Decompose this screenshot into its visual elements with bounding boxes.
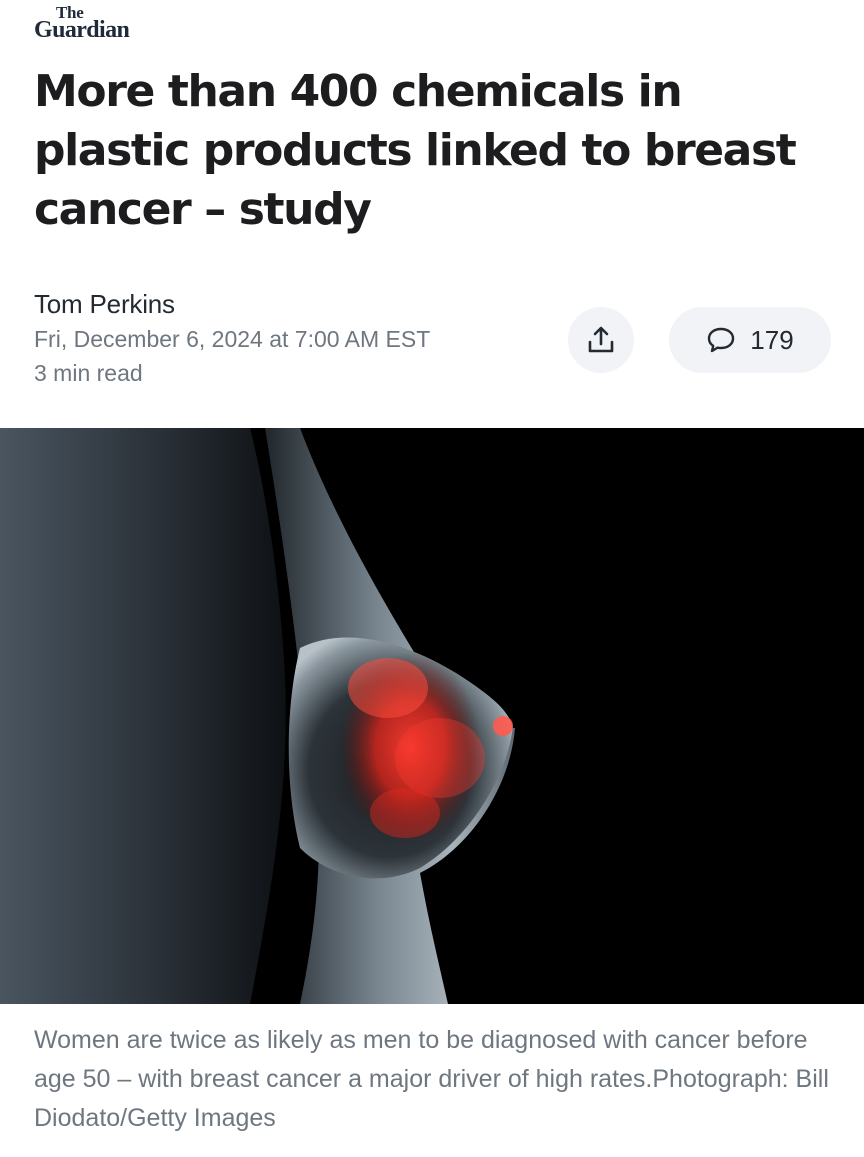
read-time: 3 min read: [34, 360, 143, 386]
publish-date: Fri, December 6, 2024 at 7:00 AM EST: [34, 326, 431, 352]
author-name[interactable]: Tom Perkins: [34, 289, 175, 320]
comments-count: 179: [750, 324, 794, 355]
article-photo[interactable]: [0, 428, 864, 1004]
image-caption: Women are twice as likely as men to be d…: [34, 1026, 829, 1132]
share-icon: [588, 326, 614, 353]
share-button[interactable]: [568, 307, 634, 373]
comments-button[interactable]: 179: [669, 307, 831, 373]
breast-xray-illustration: [0, 428, 864, 1004]
guardian-logo[interactable]: The Guardian: [34, 4, 130, 43]
comment-bubble-icon: [708, 327, 735, 353]
logo-guardian: Guardian: [34, 17, 130, 43]
article-headline: More than 400 chemicals in plastic produ…: [34, 66, 797, 235]
